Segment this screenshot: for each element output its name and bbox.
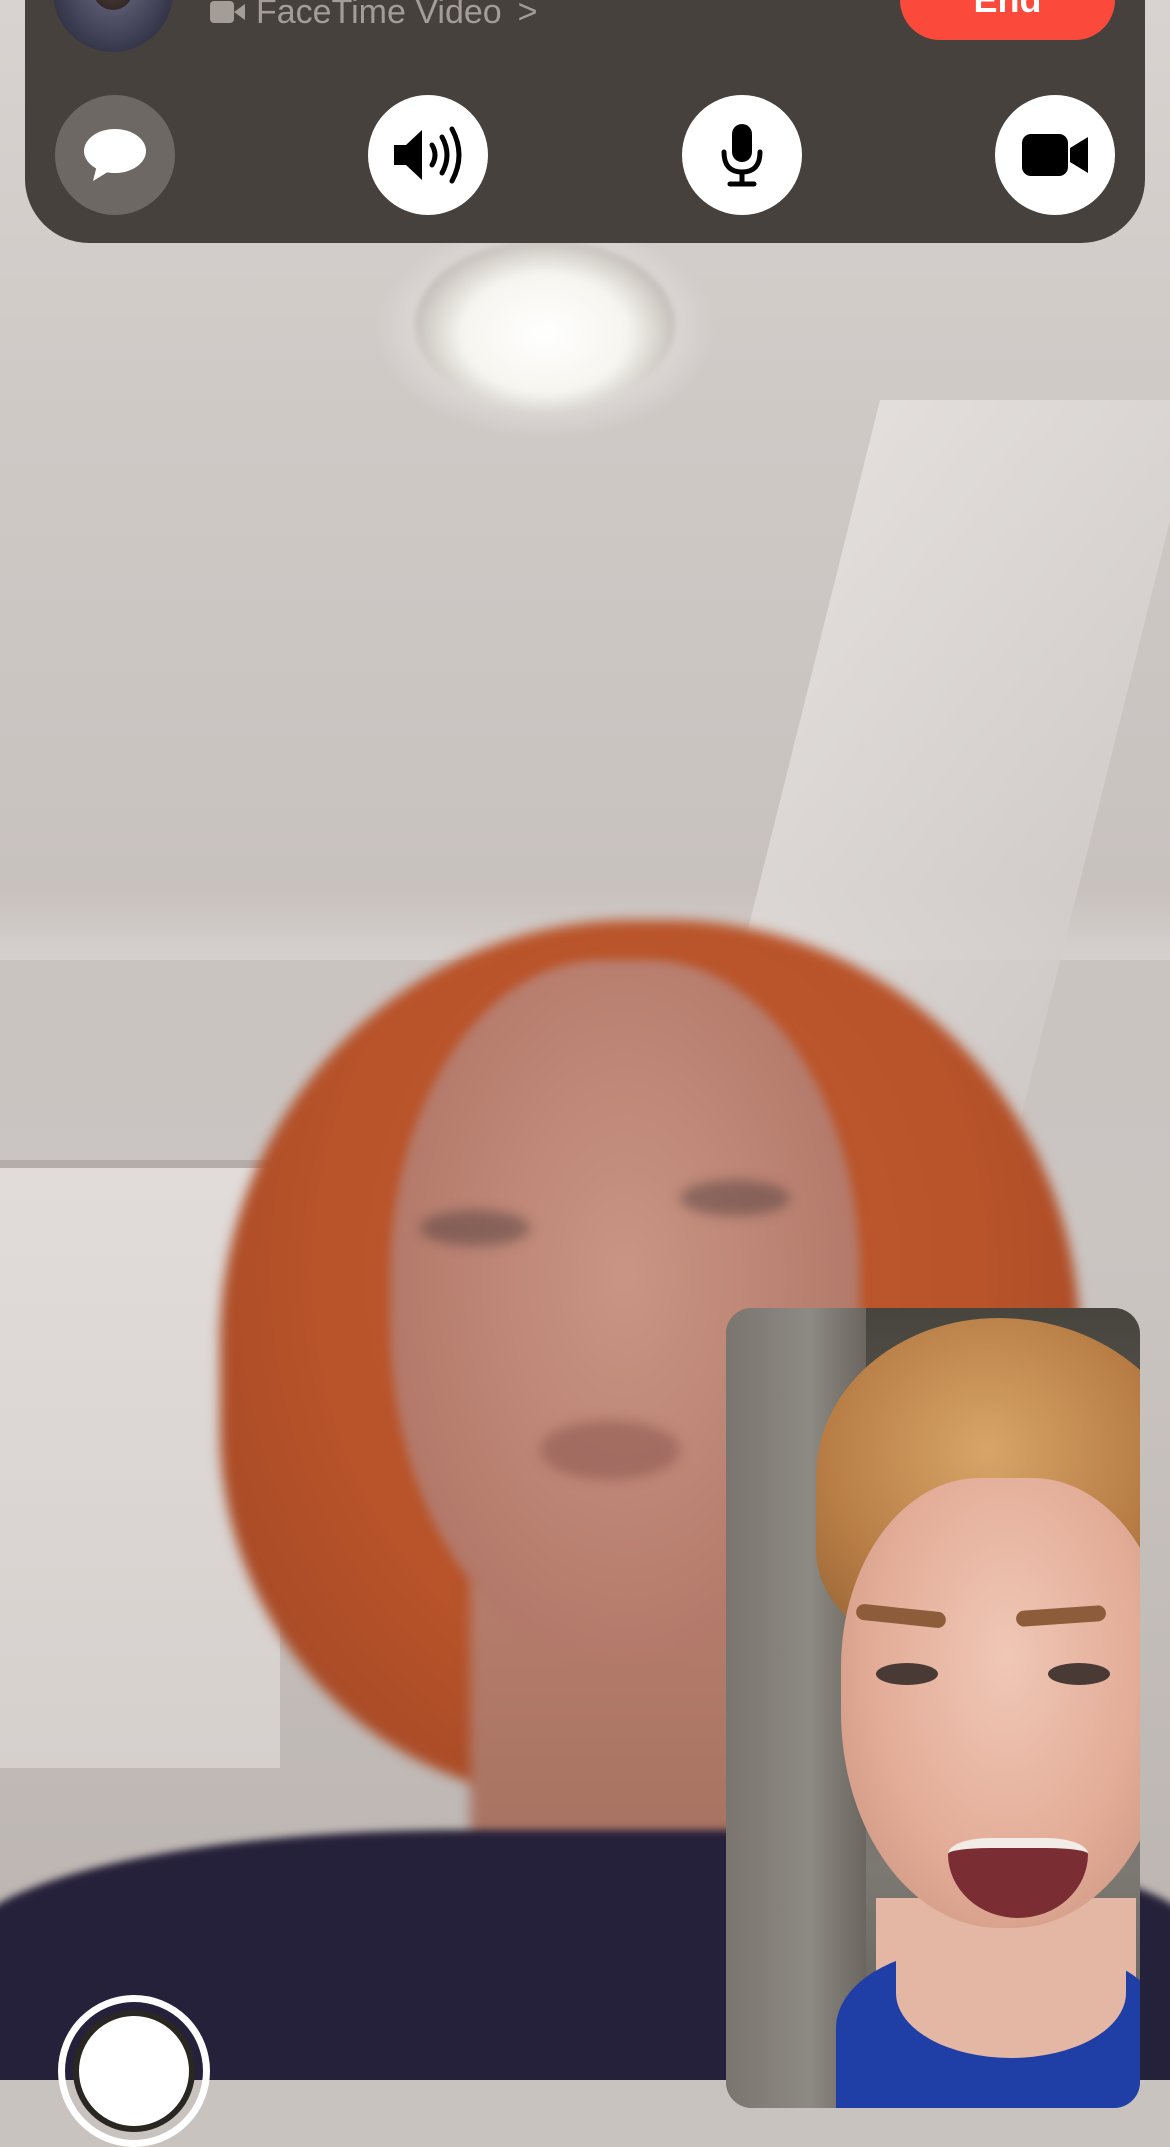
call-control-panel: FaceTime Video > End <box>25 0 1145 243</box>
remote-person-mouth <box>540 1420 680 1480</box>
video-camera-icon <box>210 1 246 23</box>
call-subtitle-label: FaceTime Video <box>256 0 502 31</box>
chevron-right-icon: > <box>517 0 538 31</box>
self-person-neckline <box>896 1928 1126 2058</box>
video-camera-icon <box>1022 134 1088 176</box>
call-subtitle[interactable]: FaceTime Video > <box>210 0 538 32</box>
remote-person-eye <box>420 1210 530 1246</box>
self-person-eye <box>876 1663 938 1685</box>
message-bubble-icon <box>84 129 146 181</box>
self-person-eye <box>1048 1663 1110 1685</box>
microphone-button[interactable] <box>682 95 802 215</box>
messages-button[interactable] <box>55 95 175 215</box>
microphone-icon <box>721 124 763 187</box>
self-view-video[interactable] <box>726 1308 1140 2108</box>
shutter-inner-ring <box>73 2010 195 2132</box>
speaker-icon <box>394 126 462 184</box>
caller-avatar[interactable] <box>53 0 173 52</box>
remote-person-eye <box>680 1180 790 1216</box>
end-call-label: End <box>974 0 1042 18</box>
speaker-button[interactable] <box>368 95 488 215</box>
video-ceiling-light <box>415 240 675 410</box>
live-photo-shutter-button[interactable] <box>58 1995 210 2147</box>
end-call-button[interactable]: End <box>900 0 1115 40</box>
camera-button[interactable] <box>995 95 1115 215</box>
